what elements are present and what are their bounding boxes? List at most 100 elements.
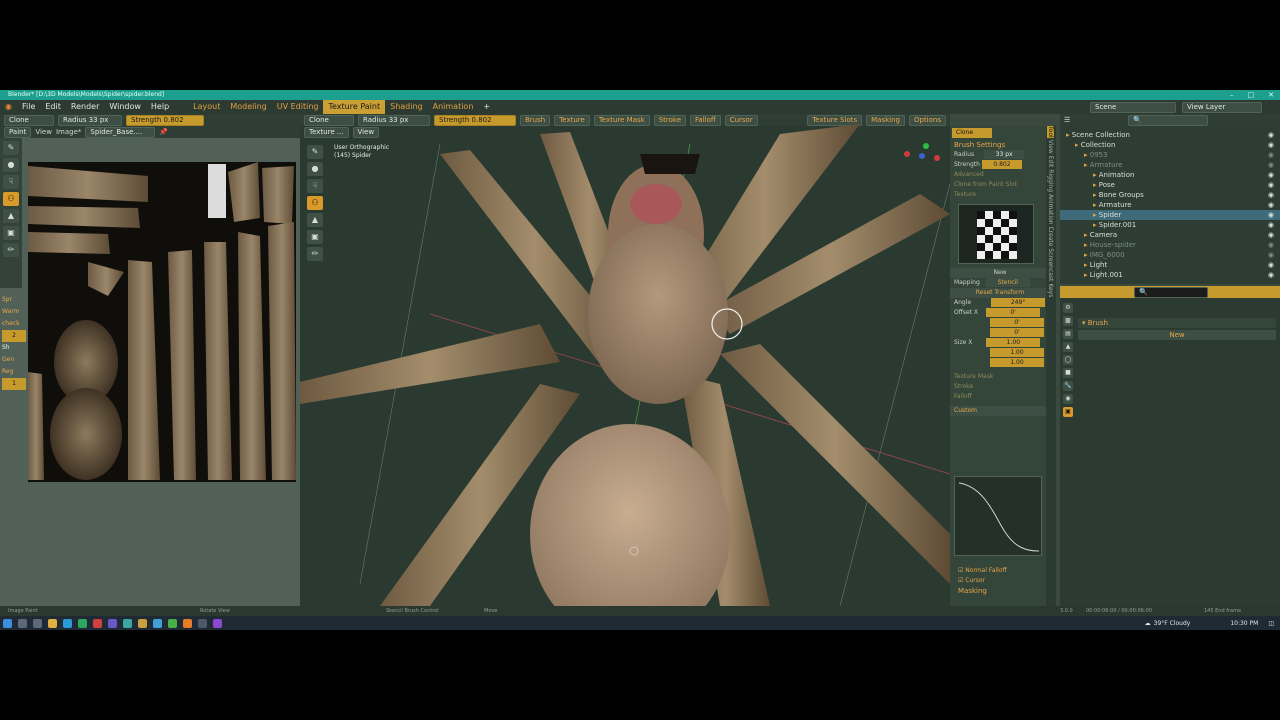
outliner-row[interactable]: ▸ Spider.001 ◉ [1060,220,1280,230]
new-texture-button[interactable]: New [1078,330,1276,340]
outliner-row[interactable]: ▸ Armature ◉ [1060,200,1280,210]
draw-tool-icon[interactable]: ✎ [3,141,19,155]
outliner-row[interactable]: ▸ House-spider ◉ [1060,240,1280,250]
app-icon[interactable] [213,618,222,628]
visibility-eye-icon[interactable]: ◉ [1268,270,1274,280]
tab-animation[interactable]: Animation [428,100,479,114]
uv-texture-canvas[interactable] [28,162,296,482]
outliner-row[interactable]: ▸ 0953 ◉ [1060,150,1280,160]
app-icon[interactable] [108,618,117,628]
size-x-input[interactable]: 1.00 [986,338,1041,347]
menu-edit[interactable]: Edit [40,100,66,114]
outliner-row[interactable]: ▸ Scene Collection ◉ [1060,130,1280,140]
notification-icon[interactable]: ◫ [1268,620,1274,627]
tab-texture-paint[interactable]: Texture Paint [323,100,386,114]
mapping-dropdown[interactable]: Stencil [985,278,1030,287]
outliner-row[interactable]: ▸ Pose ◉ [1060,180,1280,190]
angle-input[interactable]: 249° [991,298,1046,307]
tab-view[interactable]: View [1047,140,1054,154]
masking-section[interactable]: Masking [954,586,1044,596]
modifier-tab-icon[interactable]: 🔧 [1063,381,1073,391]
size-y-input[interactable]: 1.00 [990,348,1044,357]
properties-search-input[interactable]: 🔍 [1134,286,1208,298]
app-icon[interactable] [198,618,207,628]
visibility-eye-icon[interactable]: ◉ [1268,190,1274,200]
app-icon[interactable] [153,618,162,628]
filter-icon[interactable]: ☰ [1064,116,1070,124]
material-tab-icon[interactable]: ◉ [1063,394,1073,404]
stroke-section[interactable]: Stroke [950,382,1046,392]
outliner-search-input[interactable]: 🔍 [1128,114,1209,126]
tab-edit[interactable]: Edit [1047,156,1054,168]
edge-icon[interactable] [63,618,72,628]
image-pin-icon[interactable]: 📌 [159,128,168,136]
scene-selector[interactable]: Scene [1090,102,1176,113]
image-view-menu[interactable]: View [35,128,52,136]
visibility-eye-icon[interactable]: ◉ [1268,250,1274,260]
texture-mask-section[interactable]: Texture Mask [950,372,1046,382]
outliner-row[interactable]: ▸ Collection ◉ [1060,140,1280,150]
image-strength-field[interactable]: Strength 0.802 [126,114,204,126]
outliner-row[interactable]: ▸ IMG_6000 ◉ [1060,250,1280,260]
outliner-row[interactable]: ▸ Camera ◉ [1060,230,1280,240]
visibility-eye-icon[interactable]: ◉ [1268,180,1274,190]
menu-render[interactable]: Render [66,100,104,114]
texture-tab-icon[interactable]: ▣ [1063,407,1073,417]
app-icon[interactable] [168,618,177,628]
soften-tool-icon[interactable]: ● [3,158,19,172]
image-radius-field[interactable]: Radius 33 px [58,114,122,126]
tab-layout[interactable]: Layout [188,100,225,114]
mask-tool-icon[interactable]: ▣ [3,226,19,240]
outliner-row[interactable]: ▸ Light ◉ [1060,260,1280,270]
radius-input[interactable]: 33 px [984,150,1025,159]
3d-viewport[interactable]: Clone Radius 33 px Strength 0.802 Brush … [300,114,950,606]
offset-z-input[interactable]: 0' [990,328,1044,337]
start-icon[interactable] [3,618,12,628]
tab-tool[interactable]: Tool [1047,126,1054,138]
advanced-section[interactable]: Advanced [950,170,1046,180]
visibility-eye-icon[interactable]: ◉ [1268,160,1274,170]
offset-y-input[interactable]: 0' [990,318,1044,327]
visibility-eye-icon[interactable]: ◉ [1268,150,1274,160]
outliner-row[interactable]: ▸ Animation ◉ [1060,170,1280,180]
visibility-eye-icon[interactable]: ◉ [1268,140,1274,150]
new-texture-button[interactable]: New [950,268,1046,278]
tab-rigging[interactable]: Rigging [1047,169,1054,192]
tab-create[interactable]: Create [1047,226,1054,246]
chrome-icon[interactable] [78,618,87,628]
file-explorer-icon[interactable] [48,618,57,628]
weather-icon[interactable]: ☁ [1145,620,1151,627]
object-tab-icon[interactable]: ■ [1063,368,1073,378]
clock[interactable]: 10:30 PM [1230,620,1258,627]
outliner-row[interactable]: ▸ Bone Groups ◉ [1060,190,1280,200]
app-icon[interactable] [138,618,147,628]
minimize-icon[interactable]: – [1230,90,1234,100]
view-layer-selector[interactable]: View Layer [1182,102,1262,113]
search-icon[interactable] [18,618,27,628]
tool-tab-icon[interactable]: ⚙ [1063,303,1073,313]
cursor-checkbox[interactable]: ☑ Cursor [954,576,1044,586]
tab-modeling[interactable]: Modeling [225,100,271,114]
visibility-eye-icon[interactable]: ◉ [1268,240,1274,250]
tab-screencast-keys[interactable]: Screencast Keys [1047,248,1054,297]
visibility-eye-icon[interactable]: ◉ [1268,230,1274,240]
brush-settings-header[interactable]: Brush Settings [950,140,1046,150]
menu-file[interactable]: File [17,100,40,114]
brush-name-field[interactable]: Clone [952,128,992,138]
size-z-input[interactable]: 1.00 [990,358,1044,367]
clone-from-slot-checkbox[interactable]: Clone from Paint Slot [950,180,1046,190]
world-tab-icon[interactable]: ◯ [1063,355,1073,365]
image-datablock-selector[interactable]: Spider_Base.... [85,126,156,138]
falloff-preset-dropdown[interactable]: Custom [950,406,1046,416]
add-workspace-button[interactable]: + [478,100,495,114]
tab-animation[interactable]: Animation [1047,194,1054,225]
app-icon[interactable] [93,618,102,628]
tab-uv-editing[interactable]: UV Editing [272,100,324,114]
visibility-eye-icon[interactable]: ◉ [1268,260,1274,270]
menu-window[interactable]: Window [104,100,146,114]
fill-tool-icon[interactable]: ▲ [3,209,19,223]
visibility-eye-icon[interactable]: ◉ [1268,220,1274,230]
clone-tool-icon[interactable]: ⚇ [3,192,19,206]
falloff-curve-widget[interactable] [954,476,1042,556]
visibility-eye-icon[interactable]: ◉ [1268,130,1274,140]
